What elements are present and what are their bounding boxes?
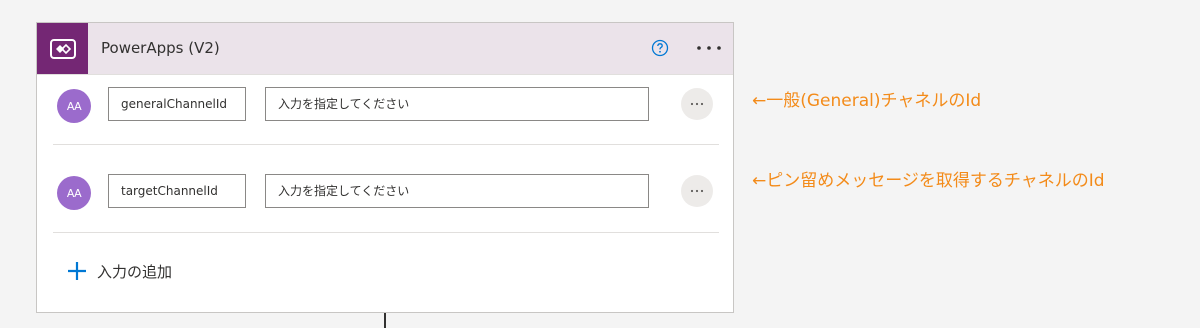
more-horizontal-icon [690,102,704,106]
text-type-avatar: AA [57,176,91,210]
add-input-button[interactable]: 入力の追加 [67,256,172,286]
param-value-input[interactable] [265,87,649,121]
more-horizontal-icon[interactable] [693,37,725,59]
plus-icon [68,262,86,280]
row-divider [53,232,719,233]
param-name-field[interactable]: targetChannelId [108,174,246,208]
param-row-general: AA generalChannelId [57,86,719,126]
more-horizontal-icon [690,189,704,193]
powerapps-icon [37,23,88,74]
row-divider [53,144,719,145]
add-input-label: 入力の追加 [97,262,173,281]
param-row-target: AA targetChannelId [57,173,719,213]
text-type-avatar: AA [57,89,91,123]
param-value-input[interactable] [265,174,649,208]
help-circle-icon[interactable] [651,39,669,57]
annotation-target-channel: ←ピン留めメッセージを取得するチャネルのId [752,171,1105,191]
row-more-button[interactable] [681,88,713,120]
card-title: PowerApps (V2) [101,39,220,57]
row-more-button[interactable] [681,175,713,207]
param-name-field[interactable]: generalChannelId [108,87,246,121]
trigger-card: PowerApps (V2) AA generalChannelId 入力を指定… [36,22,734,313]
card-header[interactable]: PowerApps (V2) [37,23,733,75]
flow-connector-line [384,313,386,328]
annotation-general-channel: ←一般(General)チャネルのId [752,91,982,111]
